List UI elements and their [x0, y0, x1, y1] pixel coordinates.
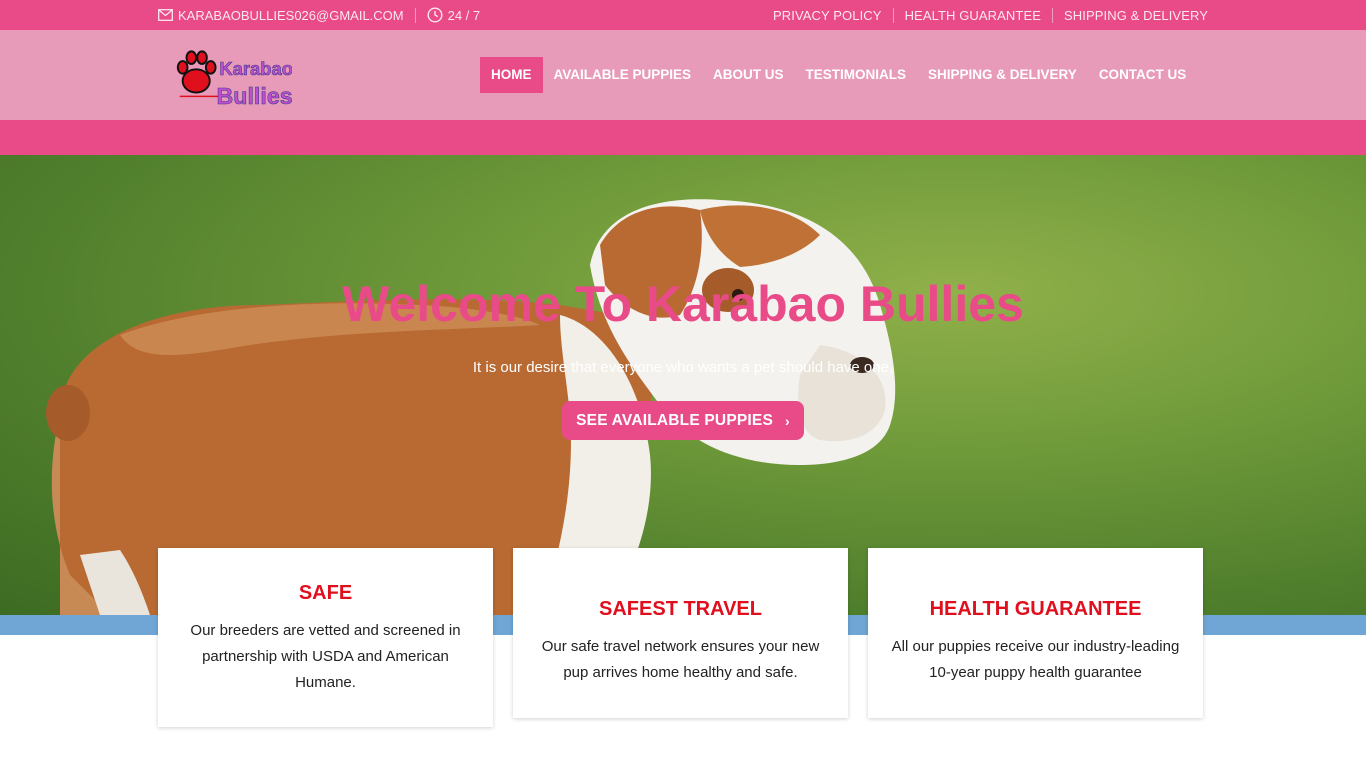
shipping-delivery-link[interactable]: SHIPPING & DELIVERY	[1064, 8, 1208, 23]
bulldog-puppy-image	[46, 199, 896, 615]
nav-contact-us[interactable]: CONTACT US	[1088, 57, 1198, 93]
site-header: Karabao Bullies HOME AVAILABLE PUPPIES A…	[0, 30, 1366, 120]
topbar-divider	[414, 7, 416, 23]
nav-testimonials[interactable]: TESTIMONIALS	[795, 57, 918, 93]
nav-home[interactable]: HOME	[480, 57, 543, 93]
feature-text: Our safe travel network ensures your new…	[541, 638, 820, 681]
feature-title: SAFEST TRAVEL	[599, 598, 762, 620]
hero-button-label: SEE AVAILABLE PUPPIES	[576, 411, 773, 429]
chevron-right-icon: ›	[784, 412, 790, 429]
feature-card-health-guarantee: HEALTH GUARANTEE All our puppies receive…	[868, 548, 1203, 718]
hero-banner: Welcome To Karabao Bullies It is our des…	[0, 155, 1366, 615]
email-link[interactable]: KARABAOBULLIES026@GMAIL.COM	[158, 8, 404, 23]
logo-text-line2: Bullies	[217, 83, 292, 108]
health-guarantee-link[interactable]: HEALTH GUARANTEE	[905, 8, 1041, 23]
nav-about-us[interactable]: ABOUT US	[702, 57, 795, 93]
logo-text-line1: Karabao	[219, 58, 292, 79]
topbar-divider	[1052, 7, 1053, 23]
hero-subtitle: It is our desire that everyone who wants…	[472, 359, 894, 376]
clock-icon	[427, 7, 443, 23]
top-bar: KARABAOBULLIES026@GMAIL.COM 24 / 7 PRIVA…	[0, 0, 1366, 30]
feature-title: SAFE	[298, 582, 353, 604]
header-bottom-strip	[0, 120, 1366, 155]
feature-text: All our puppies receive our industry-lea…	[891, 638, 1180, 681]
nav-shipping-delivery[interactable]: SHIPPING & DELIVERY	[917, 57, 1088, 93]
hours-text: 24 / 7	[447, 7, 481, 23]
envelope-icon	[158, 9, 173, 21]
feature-card-safe: SAFE Our breeders are vetted and screene…	[158, 548, 493, 727]
site-logo[interactable]: Karabao Bullies	[172, 48, 292, 108]
see-available-puppies-button[interactable]: SEE AVAILABLE PUPPIES ›	[562, 401, 804, 440]
paw-icon	[176, 50, 217, 94]
email-text: KARABAOBULLIES026@GMAIL.COM	[178, 7, 404, 23]
top-bar-contact: KARABAOBULLIES026@GMAIL.COM 24 / 7	[158, 0, 480, 30]
main-nav: HOME AVAILABLE PUPPIES ABOUT US TESTIMON…	[480, 57, 1197, 93]
privacy-policy-link[interactable]: PRIVACY POLICY	[773, 8, 882, 23]
topbar-divider	[892, 7, 894, 23]
hero-title: Welcome To Karabao Bullies	[342, 276, 1024, 332]
feature-text: Our breeders are vetted and screened in …	[190, 622, 461, 691]
nav-available-puppies[interactable]: AVAILABLE PUPPIES	[543, 57, 703, 93]
top-bar-links: PRIVACY POLICY HEALTH GUARANTEE SHIPPING…	[773, 0, 1208, 30]
feature-title: HEALTH GUARANTEE	[929, 598, 1142, 620]
hours-info: 24 / 7	[427, 7, 481, 23]
feature-card-safest-travel: SAFEST TRAVEL Our safe travel network en…	[513, 548, 848, 718]
